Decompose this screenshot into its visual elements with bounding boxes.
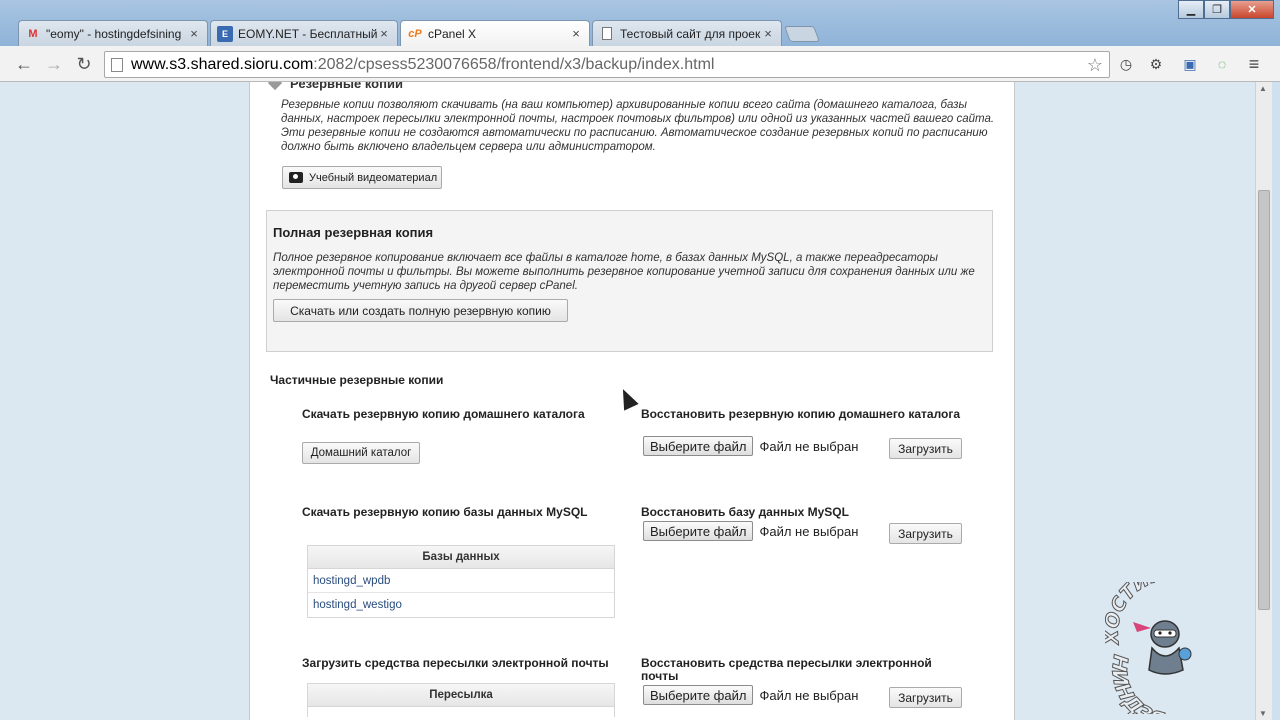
full-backup-panel: Полная резервная копия Полное резервное …: [266, 210, 993, 352]
tab-test-site[interactable]: Тестовый сайт для проек ×: [592, 20, 782, 46]
section-title-backups: Резервные копии: [267, 82, 403, 91]
hosting-ninja-logo: ХОСТИНГ- НИНДЗЯ: [1105, 582, 1192, 714]
mysql-file-input[interactable]: Выберите файл Файл не выбран: [643, 521, 858, 541]
home-file-input[interactable]: Выберите файл Файл не выбран: [643, 436, 858, 456]
ninja-icon: [1133, 620, 1192, 675]
home-upload-button[interactable]: Загрузить: [889, 438, 962, 459]
scrollbar-thumb[interactable]: [1258, 190, 1270, 610]
home-restore-title: Восстановить резервную копию домашнего к…: [641, 407, 961, 421]
home-directory-button[interactable]: Домашний каталог: [302, 442, 420, 464]
cpanel-icon: cP: [408, 27, 422, 40]
tab-strip: M "eomy" - hostingdefsining × E EOMY.NET…: [0, 0, 1280, 46]
database-link-wpdb[interactable]: hostingd_wpdb: [308, 569, 614, 593]
scroll-up-icon[interactable]: ▲: [1259, 84, 1267, 93]
choose-file-button[interactable]: Выберите файл: [643, 685, 754, 705]
site-icon: E: [217, 25, 233, 42]
forwarders-restore-title: Восстановить средства пересылки электрон…: [641, 656, 932, 683]
mysql-download-title: Скачать резервную копию базы данных MySQ…: [302, 505, 588, 519]
address-bar[interactable]: www.s3.shared.sioru.com:2082/cpsess52300…: [104, 51, 1110, 78]
partial-backups-title: Частичные резервные копии: [270, 373, 444, 387]
home-download-title: Скачать резервную копию домашнего катало…: [302, 407, 585, 421]
tab-title: "eomy" - hostingdefsining: [46, 26, 182, 41]
no-file-label: Файл не выбран: [759, 438, 859, 454]
sync-icon[interactable]: ◌: [1212, 54, 1232, 74]
full-backup-button[interactable]: Скачать или создать полную резервную коп…: [273, 299, 568, 322]
menu-icon[interactable]: ≡: [1244, 54, 1264, 74]
page-icon: [599, 26, 615, 42]
full-backup-title: Полная резервная копия: [273, 225, 434, 240]
close-tab-icon[interactable]: ×: [187, 26, 201, 41]
history-clock-icon[interactable]: ◷: [1116, 54, 1136, 74]
choose-file-button[interactable]: Выберите файл: [643, 521, 754, 541]
gmail-icon: M: [28, 27, 38, 40]
minimize-icon[interactable]: ▁: [1178, 0, 1204, 19]
databases-table-header: Базы данных: [308, 546, 614, 569]
new-tab-button[interactable]: [784, 26, 820, 42]
choose-file-button[interactable]: Выберите файл: [643, 436, 754, 456]
mysql-upload-button[interactable]: Загрузить: [889, 523, 962, 544]
close-tab-icon[interactable]: ×: [761, 26, 775, 41]
maximize-icon[interactable]: ❐: [1204, 0, 1230, 19]
mysql-restore-title: Восстановить базу данных MySQL: [641, 505, 849, 519]
screen-capture-icon[interactable]: ▣: [1180, 54, 1200, 74]
forwarders-file-input[interactable]: Выберите файл Файл не выбран: [643, 685, 858, 705]
back-arrow-icon[interactable]: ←: [12, 52, 36, 76]
scroll-down-icon[interactable]: ▼: [1259, 709, 1267, 718]
tab-gmail[interactable]: M "eomy" - hostingdefsining ×: [18, 20, 208, 46]
extension-icon[interactable]: ⚙: [1146, 54, 1166, 74]
bookmark-star-icon[interactable]: ☆: [1087, 55, 1103, 76]
reload-icon[interactable]: ↻: [72, 52, 96, 76]
full-backup-description: Полное резервное копирование включает вс…: [273, 252, 975, 292]
video-tutorial-button[interactable]: Учебный видеоматериал: [282, 166, 442, 189]
tab-title: cPanel X: [428, 26, 477, 41]
page-info-icon[interactable]: [111, 57, 123, 72]
tab-title: EOMY.NET - Бесплатный: [238, 26, 377, 41]
databases-table: Базы данных hostingd_wpdb hostingd_westi…: [307, 545, 615, 618]
database-link-westigo[interactable]: hostingd_westigo: [308, 593, 614, 617]
browser-toolbar: ← → ↻ www.s3.shared.sioru.com:2082/cpses…: [0, 46, 1280, 82]
url-text: www.s3.shared.sioru.com:2082/cpsess52300…: [131, 55, 715, 73]
no-file-label: Файл не выбран: [759, 523, 859, 539]
camera-icon: [289, 172, 303, 183]
table-row: [308, 707, 614, 717]
forward-arrow-icon[interactable]: →: [42, 52, 66, 76]
forwarders-upload-button[interactable]: Загрузить: [889, 687, 962, 708]
tab-cpanel[interactable]: cP cPanel X ×: [400, 20, 590, 46]
no-file-label: Файл не выбран: [759, 687, 859, 703]
close-window-icon[interactable]: ✕: [1230, 0, 1274, 19]
close-tab-icon[interactable]: ×: [569, 26, 583, 41]
forwarders-table: Пересылка: [307, 683, 615, 717]
close-tab-icon[interactable]: ×: [377, 26, 391, 41]
page-scrollbar[interactable]: ▲ ▼: [1255, 82, 1272, 720]
forwarders-download-title: Загрузить средства пересылки электронной…: [302, 656, 609, 670]
backup-description: Резервные копии позволяют скачивать (на …: [281, 99, 995, 153]
forwarders-table-header: Пересылка: [308, 684, 614, 707]
tab-title: Тестовый сайт для проек: [620, 26, 761, 41]
window-controls: ▁ ❐ ✕: [1178, 0, 1274, 19]
diamond-icon: [267, 82, 283, 91]
tab-eomy[interactable]: E EOMY.NET - Бесплатный ×: [210, 20, 398, 46]
